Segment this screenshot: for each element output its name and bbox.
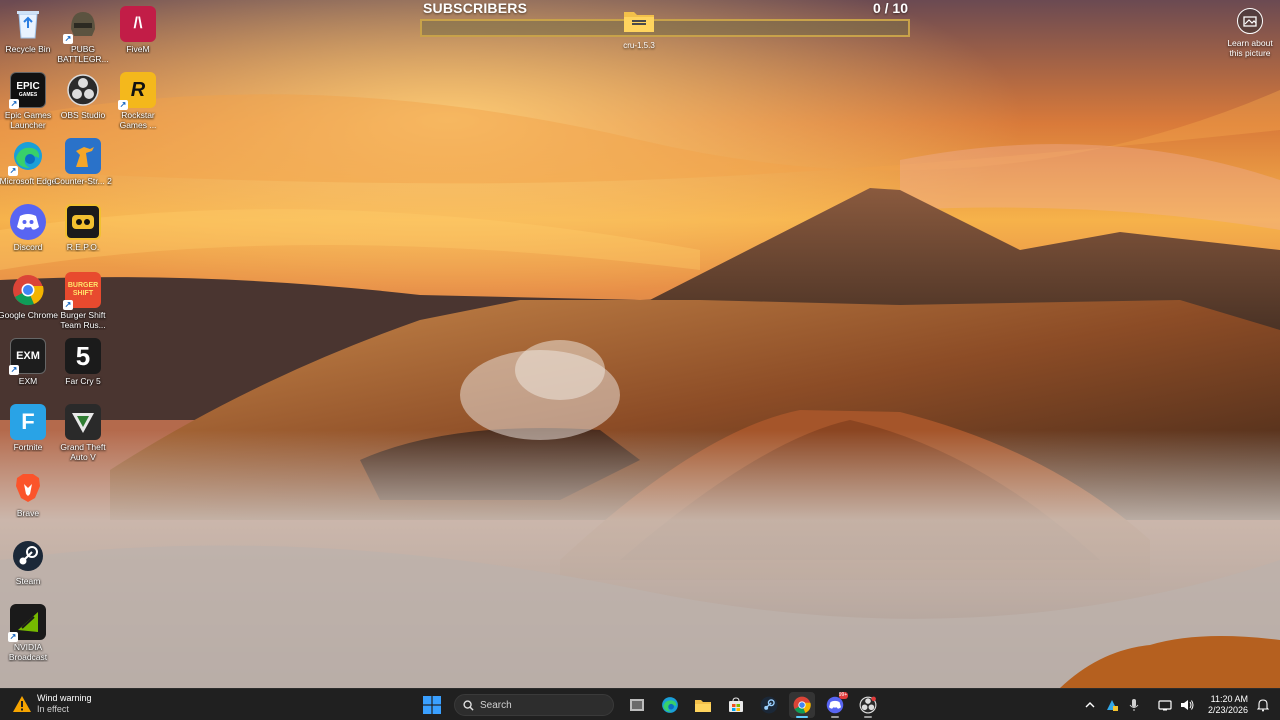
running-indicator [830, 716, 839, 718]
search-label: Search [480, 699, 512, 711]
taskbar-discord[interactable]: 99+ [822, 692, 848, 718]
desktop-icon-exm[interactable]: EXM ↗ EXM [0, 334, 56, 398]
steam-icon [760, 696, 777, 714]
desktop-icon-fivem[interactable]: /\ FiveM [110, 2, 166, 66]
running-indicator [795, 716, 808, 718]
pubg-icon: ↗ [63, 6, 101, 44]
subscriber-title: SUBSCRIBERS [423, 0, 528, 16]
start-button[interactable] [419, 692, 445, 718]
desktop-icon-steam[interactable]: Steam [0, 534, 56, 598]
desktop-icon-epic-games[interactable]: EPIC GAMES ↗ Epic Games Launcher [0, 68, 56, 132]
system-tray: 11:20 AM 2/23/2026 [1079, 689, 1274, 720]
subscriber-counter-widget: SUBSCRIBERS 0 / 10 [420, 0, 910, 40]
gta-icon [65, 404, 101, 440]
taskbar-steam[interactable] [756, 692, 782, 718]
search-icon [463, 699, 474, 711]
shortcut-arrow-icon: ↗ [9, 365, 19, 375]
nvidia-icon: ↗ [8, 604, 46, 642]
chrome-icon [793, 696, 811, 714]
desktop-wallpaper [0, 0, 1280, 688]
speaker-icon[interactable] [1179, 697, 1195, 713]
folder-icon [694, 699, 711, 712]
chevron-up-icon[interactable] [1082, 697, 1098, 713]
desktop-icon-obs-studio[interactable]: OBS Studio [55, 68, 111, 132]
desktop-icon-brave[interactable]: Brave [0, 466, 56, 530]
desktop-icon-recycle-bin[interactable]: Recycle Bin [0, 2, 56, 66]
windows-icon [422, 696, 441, 714]
epic-games-icon: EPIC GAMES ↗ [9, 72, 46, 109]
shortcut-arrow-icon: ↗ [8, 632, 18, 642]
task-view-icon [629, 699, 644, 711]
desktop-icon-rockstar[interactable]: R ↗ Rockstar Games ... [110, 68, 166, 132]
taskbar-clock[interactable]: 11:20 AM 2/23/2026 [1208, 694, 1248, 716]
burger-shift-icon: BURGER SHIFT ↗ [63, 272, 101, 310]
recycle-bin-icon [10, 6, 46, 42]
fivem-icon: /\ [120, 6, 156, 42]
taskbar-search[interactable]: Search [454, 694, 614, 716]
desktop-icon-gta-v[interactable]: Grand Theft Auto V [55, 400, 111, 464]
desktop-icon-pubg[interactable]: ↗ PUBG BATTLEGR... [55, 2, 111, 66]
subscriber-progress-bar [420, 19, 910, 37]
network-share-icon[interactable] [1104, 697, 1120, 713]
taskbar-file-explorer[interactable] [690, 692, 716, 718]
weather-widget[interactable]: Wind warning In effect [12, 693, 92, 715]
discord-icon [10, 204, 46, 240]
rockstar-icon: R ↗ [118, 72, 156, 110]
notification-icon[interactable] [1255, 697, 1271, 713]
weather-title: Wind warning [37, 693, 92, 703]
shortcut-arrow-icon: ↗ [118, 100, 128, 110]
exm-icon: EXM ↗ [9, 338, 46, 375]
fortnite-icon: F [10, 404, 46, 440]
desktop-icon-nvidia-broadcast[interactable]: ↗ NVIDIA Broadcast [0, 600, 56, 664]
wifi-icon[interactable] [1157, 697, 1173, 713]
taskbar-apps: Search 99+ [415, 692, 884, 718]
clock-time: 11:20 AM [1210, 694, 1248, 704]
taskbar: Wind warning In effect Search 99+ 11:20 … [0, 688, 1280, 720]
counter-strike-icon [65, 138, 101, 174]
learn-about-picture[interactable]: Learn about this picture [1222, 8, 1278, 58]
discord-badge: 99+ [838, 692, 848, 699]
desktop-icon-google-chrome[interactable]: Google Chrome [0, 268, 58, 332]
desktop-icon-grid: Recycle Bin ↗ PUBG BATTLEGR... /\ FiveM … [0, 0, 170, 688]
subscriber-count: 0 / 10 [872, 0, 908, 16]
chrome-icon [10, 272, 46, 308]
microphone-icon[interactable] [1126, 697, 1142, 713]
shortcut-arrow-icon: ↗ [63, 300, 73, 310]
store-icon [728, 697, 743, 712]
weather-subtitle: In effect [37, 704, 69, 714]
shortcut-arrow-icon: ↗ [8, 166, 18, 176]
task-view-button[interactable] [624, 692, 650, 718]
edge-icon [661, 697, 678, 713]
camera-icon [1237, 8, 1263, 34]
steam-icon [10, 538, 46, 574]
desktop-icon-microsoft-edge[interactable]: ↗ Microsoft Edge [0, 134, 56, 198]
obs-icon [859, 696, 876, 714]
desktop-icon-fortnite[interactable]: F Fortnite [0, 400, 56, 464]
obs-icon [65, 72, 101, 108]
taskbar-obs[interactable] [855, 692, 881, 718]
clock-date: 2/23/2026 [1207, 705, 1248, 715]
desktop-icon-repo[interactable]: R.E.P.O. [55, 200, 111, 264]
taskbar-chrome[interactable] [788, 692, 815, 718]
shortcut-arrow-icon: ↗ [63, 34, 73, 44]
brave-icon [10, 470, 46, 506]
desktop-folder-cru[interactable]: cru-1.5.3 [618, 8, 660, 52]
volcano-landscape-image [0, 0, 1280, 688]
desktop-icon-far-cry-5[interactable]: 5 Far Cry 5 [55, 334, 111, 398]
edge-icon: ↗ [8, 138, 46, 176]
taskbar-store[interactable] [723, 692, 749, 718]
shortcut-arrow-icon: ↗ [9, 99, 19, 109]
desktop-icon-counter-strike[interactable]: Counter-Str... 2 [54, 134, 112, 198]
folder-icon [624, 12, 654, 32]
warning-icon [13, 696, 31, 712]
repo-icon [65, 204, 101, 240]
far-cry-icon: 5 [65, 338, 101, 374]
desktop-icon-burger-shift[interactable]: BURGER SHIFT ↗ Burger Shift Team Rus... [55, 268, 111, 332]
running-indicator [863, 716, 872, 718]
desktop-icon-discord[interactable]: Discord [0, 200, 56, 264]
taskbar-edge[interactable] [657, 692, 683, 718]
